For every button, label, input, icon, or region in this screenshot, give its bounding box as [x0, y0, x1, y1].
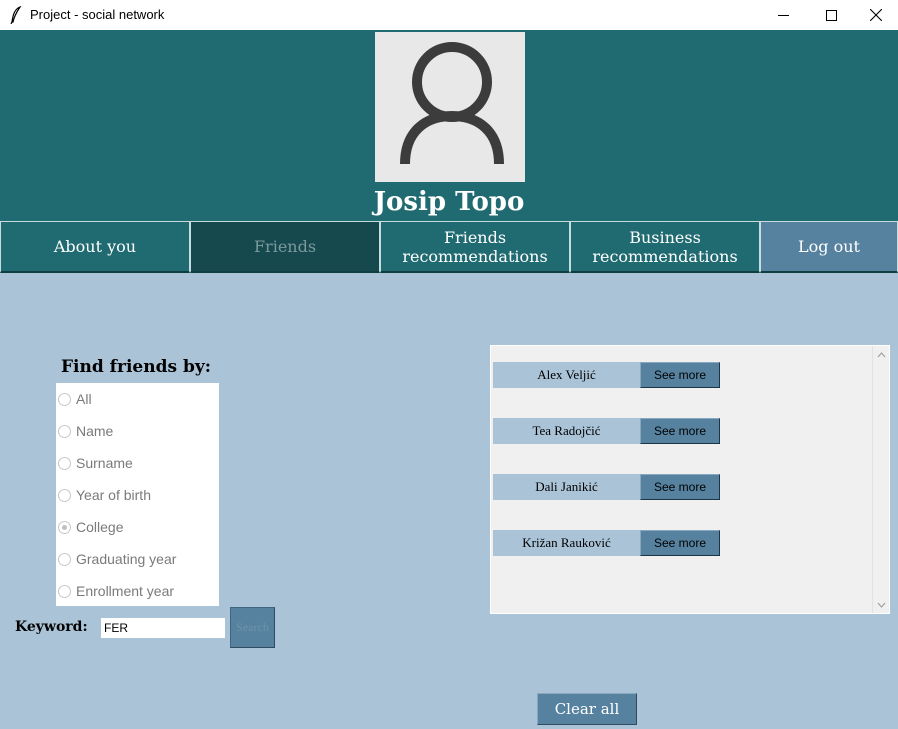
radio-option-graduating-year[interactable]: Graduating year [56, 543, 219, 575]
close-icon [869, 6, 883, 25]
tab-label-line: Business [629, 227, 701, 247]
search-button[interactable]: Search [230, 607, 275, 648]
radio-button[interactable] [58, 489, 71, 502]
radio-label: Enrollment year [76, 583, 175, 599]
result-name: Alex Veljić [493, 362, 640, 388]
radio-option-enrollment-year[interactable]: Enrollment year [56, 575, 219, 607]
results-list[interactable]: Alex Veljić See more Tea Radojčić See mo… [490, 345, 890, 614]
keyword-label: Keyword: [15, 619, 88, 635]
result-name: Dali Janikić [493, 474, 640, 500]
tab-label-line: recommendations [402, 246, 548, 266]
tab-label-line: recommendations [592, 246, 738, 266]
see-more-button[interactable]: See more [640, 474, 720, 500]
tab-friends-recommendations-label: Friends recommendations [402, 228, 547, 266]
see-more-button[interactable]: See more [640, 530, 720, 556]
result-name: Tea Radojčić [493, 418, 640, 444]
see-more-button[interactable]: See more [640, 418, 720, 444]
radio-label: Graduating year [76, 551, 177, 567]
profile-header: Josip Topo [0, 30, 898, 221]
main-nav: About you Friends Friends recommendation… [0, 221, 898, 273]
tab-about-you[interactable]: About you [0, 221, 190, 273]
keyword-input[interactable] [101, 618, 225, 638]
clear-all-button[interactable]: Clear all [537, 693, 637, 725]
window-titlebar: Project - social network [0, 0, 898, 30]
radio-button[interactable] [58, 585, 71, 598]
tab-friends-recommendations[interactable]: Friends recommendations [380, 221, 570, 273]
radio-label: Surname [76, 455, 133, 471]
scroll-down-icon[interactable] [873, 596, 890, 613]
radio-button[interactable] [58, 553, 71, 566]
result-row: Križan Rauković See more [493, 530, 720, 556]
radio-button-selected[interactable] [58, 521, 71, 534]
user-silhouette-icon [375, 42, 525, 186]
radio-option-year-of-birth[interactable]: Year of birth [56, 479, 219, 511]
radio-label: All [76, 391, 92, 407]
feather-icon [10, 5, 22, 25]
search-criteria-group: All Name Surname Year of birth College G… [56, 383, 219, 606]
logout-button[interactable]: Log out [760, 221, 898, 273]
radio-option-college[interactable]: College [56, 511, 219, 543]
radio-button[interactable] [58, 425, 71, 438]
result-name: Križan Rauković [493, 530, 640, 556]
tab-label-line: Friends [443, 227, 507, 247]
radio-option-name[interactable]: Name [56, 415, 219, 447]
maximize-button[interactable] [808, 0, 854, 30]
radio-label: Year of birth [76, 487, 151, 503]
close-button[interactable] [853, 0, 898, 30]
tab-friends[interactable]: Friends [190, 221, 380, 273]
radio-label: College [76, 519, 124, 535]
see-more-button[interactable]: See more [640, 362, 720, 388]
result-row: Alex Veljić See more [493, 362, 720, 388]
minimize-icon [777, 6, 789, 25]
scroll-up-icon[interactable] [873, 346, 890, 363]
result-row: Tea Radojčić See more [493, 418, 720, 444]
window-title: Project - social network [30, 7, 165, 22]
tab-business-recommendations-label: Business recommendations [592, 228, 737, 266]
tab-business-recommendations[interactable]: Business recommendations [570, 221, 760, 273]
radio-button[interactable] [58, 457, 71, 470]
radio-label: Name [76, 423, 114, 439]
radio-option-all[interactable]: All [56, 383, 219, 415]
profile-name: Josip Topo [373, 187, 525, 217]
results-scrollbar[interactable] [872, 346, 889, 613]
search-heading: Find friends by: [60, 357, 211, 377]
radio-button[interactable] [58, 393, 71, 406]
avatar [375, 32, 525, 182]
radio-option-surname[interactable]: Surname [56, 447, 219, 479]
result-row: Dali Janikić See more [493, 474, 720, 500]
minimize-button[interactable] [760, 0, 806, 30]
maximize-icon [825, 6, 837, 25]
